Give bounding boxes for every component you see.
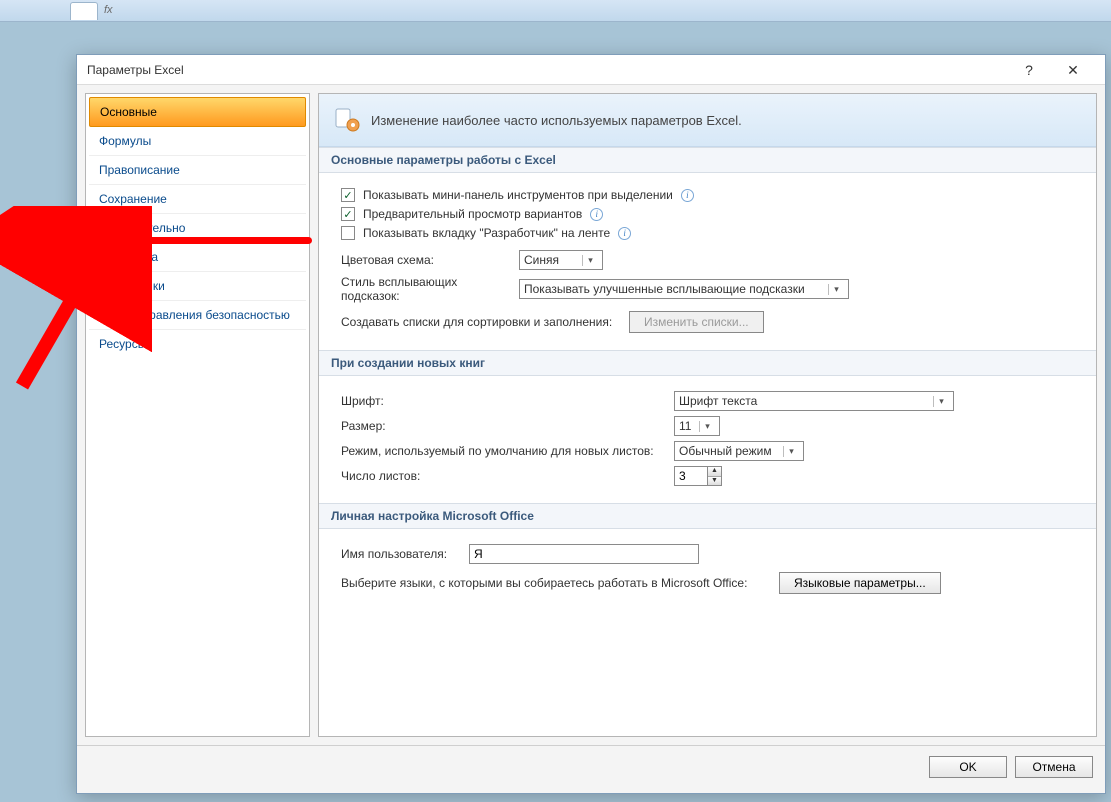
- font-select[interactable]: Шрифт текста ▾: [674, 391, 954, 411]
- font-label: Шрифт:: [341, 394, 666, 408]
- options-nav: Основные Формулы Правописание Сохранение…: [85, 93, 310, 737]
- color-scheme-label: Цветовая схема:: [341, 253, 511, 267]
- info-icon[interactable]: i: [618, 227, 631, 240]
- excel-options-dialog: Параметры Excel ? ✕ Основные Формулы Пра…: [76, 54, 1106, 794]
- options-content: Изменение наиболее часто используемых па…: [318, 93, 1097, 737]
- spinner-up-icon[interactable]: ▲: [708, 467, 721, 477]
- nav-item-addins[interactable]: Надстройки: [89, 272, 306, 301]
- help-button[interactable]: ?: [1007, 56, 1051, 84]
- checkbox-live-preview-label: Предварительный просмотр вариантов: [363, 207, 582, 221]
- color-scheme-select[interactable]: Синяя ▾: [519, 250, 603, 270]
- nav-item-main[interactable]: Основные: [89, 97, 306, 127]
- default-view-label: Режим, используемый по умолчанию для нов…: [341, 444, 666, 458]
- checkbox-mini-panel[interactable]: ✓: [341, 188, 355, 202]
- content-header-text: Изменение наиболее часто используемых па…: [371, 113, 742, 128]
- section-personal-title: Личная настройка Microsoft Office: [319, 503, 1096, 529]
- tooltip-style-value: Показывать улучшенные всплывающие подска…: [524, 282, 805, 296]
- checkbox-mini-panel-label: Показывать мини-панель инструментов при …: [363, 188, 673, 202]
- spinner-down-icon[interactable]: ▼: [708, 477, 721, 486]
- chevron-down-icon: ▾: [699, 421, 715, 432]
- formula-bar-fx-icon: fx: [104, 4, 113, 16]
- dialog-titlebar[interactable]: Параметры Excel ? ✕: [77, 55, 1105, 85]
- sheet-tab[interactable]: [70, 2, 98, 20]
- tooltip-style-label: Стиль всплывающих подсказок:: [341, 275, 511, 303]
- section-basics-body: ✓ Показывать мини-панель инструментов пр…: [319, 173, 1096, 350]
- size-value: 11: [679, 419, 691, 433]
- edit-lists-button[interactable]: Изменить списки...: [629, 311, 764, 333]
- size-label: Размер:: [341, 419, 666, 433]
- custom-lists-label: Создавать списки для сортировки и заполн…: [341, 315, 621, 329]
- size-select[interactable]: 11 ▾: [674, 416, 720, 436]
- nav-item-resources[interactable]: Ресурсы: [89, 330, 306, 358]
- info-icon[interactable]: i: [681, 189, 694, 202]
- app-ribbon-strip: fx: [0, 0, 1111, 22]
- chevron-down-icon: ▾: [582, 255, 598, 266]
- default-view-value: Обычный режим: [679, 444, 772, 458]
- nav-item-trustcenter[interactable]: Центр управления безопасностью: [89, 301, 306, 330]
- dialog-title: Параметры Excel: [87, 55, 184, 85]
- nav-item-proofing[interactable]: Правописание: [89, 156, 306, 185]
- info-icon[interactable]: i: [590, 208, 603, 221]
- sheet-count-input[interactable]: [674, 466, 708, 486]
- nav-item-advanced-label: Дополнительно: [99, 221, 185, 235]
- section-newbook-title: При создании новых книг: [319, 350, 1096, 376]
- language-settings-button[interactable]: Языковые параметры...: [779, 572, 941, 594]
- section-basics-title: Основные параметры работы с Excel: [319, 147, 1096, 173]
- section-newbook-body: Шрифт: Шрифт текста ▾ Размер: 11 ▾ Режим…: [319, 376, 1096, 503]
- settings-icon: [333, 106, 361, 134]
- default-view-select[interactable]: Обычный режим ▾: [674, 441, 804, 461]
- content-header: Изменение наиболее часто используемых па…: [319, 94, 1096, 147]
- sheet-count-label: Число листов:: [341, 469, 666, 483]
- chevron-down-icon: ▾: [933, 396, 949, 407]
- chevron-down-icon: ▾: [828, 284, 844, 295]
- nav-item-advanced[interactable]: Дополнительно: [89, 214, 306, 243]
- nav-item-save[interactable]: Сохранение: [89, 185, 306, 214]
- nav-item-customize[interactable]: Настройка: [89, 243, 306, 272]
- checkbox-developer-tab[interactable]: [341, 226, 355, 240]
- cancel-button[interactable]: Отмена: [1015, 756, 1093, 778]
- color-scheme-value: Синяя: [524, 253, 559, 267]
- ok-button[interactable]: OK: [929, 756, 1007, 778]
- nav-item-formulas[interactable]: Формулы: [89, 127, 306, 156]
- username-label: Имя пользователя:: [341, 547, 461, 561]
- chevron-down-icon: ▾: [783, 446, 799, 457]
- checkbox-live-preview[interactable]: ✓: [341, 207, 355, 221]
- section-personal-body: Имя пользователя: Выберите языки, с кото…: [319, 529, 1096, 611]
- sheet-count-spinner[interactable]: ▲ ▼: [674, 466, 722, 486]
- close-button[interactable]: ✕: [1051, 56, 1095, 84]
- username-input[interactable]: [469, 544, 699, 564]
- font-value: Шрифт текста: [679, 394, 757, 408]
- checkbox-developer-tab-label: Показывать вкладку "Разработчик" на лент…: [363, 226, 610, 240]
- dialog-footer: OK Отмена: [77, 745, 1105, 788]
- tooltip-style-select[interactable]: Показывать улучшенные всплывающие подска…: [519, 279, 849, 299]
- language-hint: Выберите языки, с которыми вы собираетес…: [341, 576, 771, 590]
